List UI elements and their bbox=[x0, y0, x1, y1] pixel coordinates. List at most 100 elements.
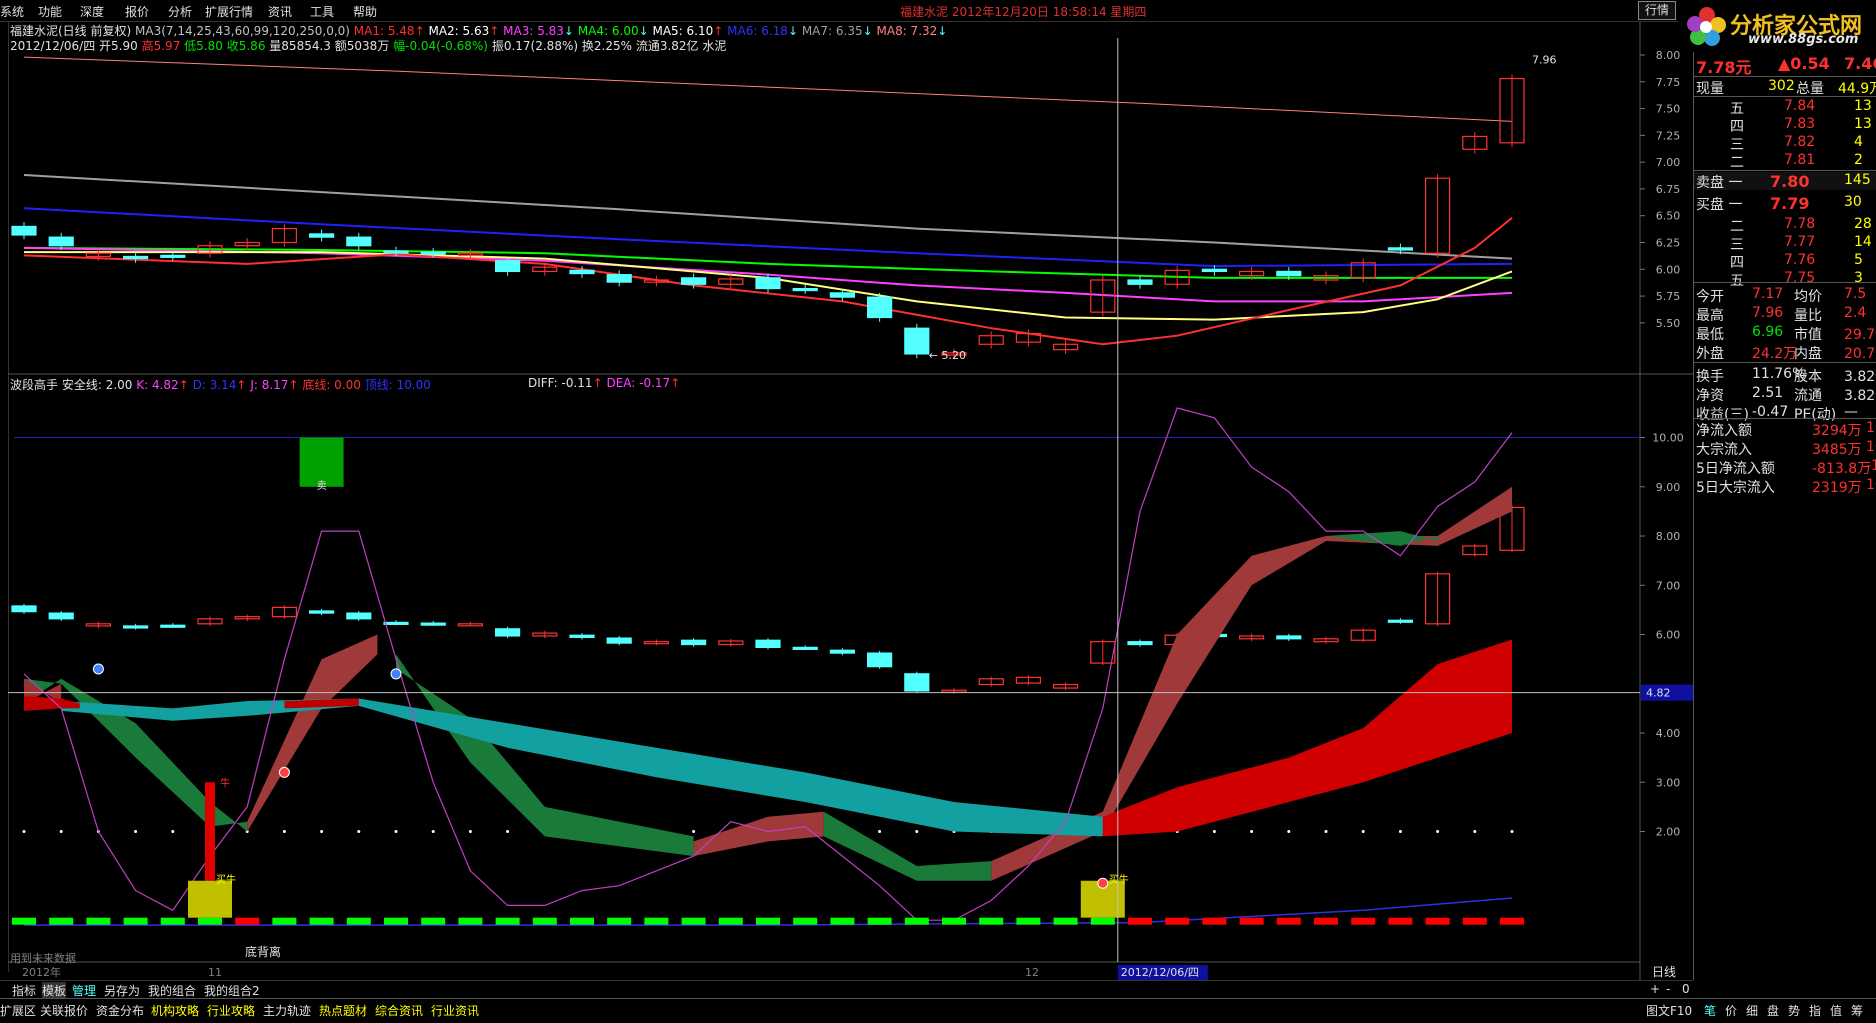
flow-value: 3294万 bbox=[1812, 423, 1862, 439]
tab-manage[interactable]: 管理 bbox=[72, 982, 96, 999]
ind-candle-body bbox=[160, 624, 186, 628]
signal-block bbox=[49, 917, 74, 925]
flow-pct: 10 bbox=[1866, 477, 1876, 493]
zoom-reset-button[interactable]: 0 bbox=[1682, 982, 1690, 996]
flow-pct: 10 bbox=[1866, 439, 1876, 455]
price-tick-label: 5.50 bbox=[1656, 317, 1681, 330]
stat-label: 股本 bbox=[1794, 369, 1822, 385]
bar-turnover: 换2.25% bbox=[581, 39, 632, 53]
ind-candle-body bbox=[606, 637, 632, 644]
ind-candle-body bbox=[569, 634, 595, 638]
ask1-price: 7.80 bbox=[1770, 172, 1810, 191]
ma5-value: MA5: 6.10 bbox=[652, 24, 714, 38]
ma6-line bbox=[23, 207, 1513, 268]
tab-bar: 指标 模板 管理 另存为 我的组合 我的组合2 + - 0 bbox=[0, 980, 1693, 999]
signal-block bbox=[1016, 917, 1041, 925]
signal-block bbox=[867, 917, 892, 925]
future-data-label: 用到未来数据 bbox=[10, 951, 76, 965]
tab-my-portfolio-2[interactable]: 我的组合2 bbox=[204, 982, 260, 999]
flow-label: 5日大宗流入 bbox=[1696, 480, 1775, 496]
safe-line-dot bbox=[320, 830, 324, 834]
bid-vol: 5 bbox=[1854, 252, 1863, 268]
cursor-date: 2012/12/06/四 bbox=[1121, 966, 1199, 979]
signal-block bbox=[979, 917, 1004, 925]
signal-block bbox=[942, 917, 966, 925]
nav-news[interactable]: 综合资讯 bbox=[375, 1002, 423, 1019]
view-button-0[interactable]: 图文F10 bbox=[1646, 1002, 1692, 1019]
nav-main-force[interactable]: 主力轨迹 bbox=[263, 1002, 311, 1019]
stat-label: 内盘 bbox=[1794, 346, 1822, 362]
zoom-in-button[interactable]: + bbox=[1650, 982, 1660, 996]
signal-block bbox=[1165, 917, 1190, 925]
flow-value: 2319万 bbox=[1812, 480, 1862, 496]
divergence-label: 底背离 bbox=[245, 944, 281, 959]
bid1-vol: 30 bbox=[1844, 194, 1862, 210]
ask-price: 7.82 bbox=[1784, 134, 1816, 150]
view-button-6[interactable]: 指 bbox=[1809, 1002, 1821, 1019]
bid-vol: 14 bbox=[1854, 234, 1872, 250]
quote-panel: 7.78元 ▲0.54 7.46% 现量 302 总量 44.9万 五7.841… bbox=[1693, 52, 1876, 980]
flow-label: 大宗流入 bbox=[1696, 442, 1752, 458]
view-button-3[interactable]: 细 bbox=[1746, 1002, 1758, 1019]
ind-candle-body bbox=[829, 649, 856, 654]
zoom-out-button[interactable]: - bbox=[1666, 982, 1670, 996]
nav-related-quote[interactable]: 关联报价 bbox=[40, 1002, 88, 1019]
tab-indicator[interactable]: 指标 bbox=[12, 982, 36, 999]
tab-my-portfolio[interactable]: 我的组合 bbox=[148, 982, 196, 999]
indicator-tick-label: 9.00 bbox=[1656, 481, 1681, 494]
candle-body bbox=[346, 236, 372, 247]
nav-industry-strategy[interactable]: 行业攻略 bbox=[207, 1002, 255, 1019]
bid-label: 三 bbox=[1730, 237, 1744, 253]
ma7-value: MA7: 6.35 bbox=[801, 24, 863, 38]
chart-area[interactable]: 8.00 7.75 7.50 7.25 7.00 6.75 6.50 6.25 6.00 5.75… bbox=[0, 0, 1693, 980]
view-button-4[interactable]: 盘 bbox=[1767, 1002, 1779, 1019]
bid-price: 7.75 bbox=[1784, 270, 1816, 286]
tab-template[interactable]: 模板 bbox=[42, 982, 67, 999]
buy-marker-1 bbox=[188, 880, 232, 918]
ind-candle-body bbox=[420, 622, 446, 626]
view-button-1[interactable]: 笔 bbox=[1704, 1002, 1716, 1019]
view-button-8[interactable]: 筹 bbox=[1851, 1002, 1863, 1019]
bar-amplitude: 振0.17(2.88%) bbox=[491, 39, 579, 53]
nav-extend[interactable]: 扩展区 bbox=[0, 1002, 36, 1019]
signal-ball-icon bbox=[278, 766, 290, 778]
candle-body bbox=[606, 274, 632, 283]
candle-body bbox=[11, 225, 37, 236]
stat-value: 3.82亿 bbox=[1844, 369, 1876, 385]
nav-industry-news[interactable]: 行业资讯 bbox=[431, 1002, 479, 1019]
view-button-7[interactable]: 值 bbox=[1830, 1002, 1842, 1019]
signal-block bbox=[756, 917, 780, 925]
now-vol-label: 现量 bbox=[1696, 81, 1724, 97]
stat-row: 净资 2.51 流通 3.82亿 bbox=[1694, 385, 1876, 404]
bid-label: 四 bbox=[1730, 255, 1744, 271]
signal-ball-icon bbox=[92, 663, 104, 675]
safe-line-dot bbox=[506, 830, 510, 834]
bar-float: 流通3.82亿 水泥 bbox=[635, 39, 727, 53]
signal-block bbox=[532, 917, 557, 925]
year-label: 2012年 bbox=[22, 965, 61, 979]
stat-label: 换手 bbox=[1696, 369, 1724, 385]
nav-institution[interactable]: 机构攻略 bbox=[151, 1002, 199, 1019]
stat-value: 7.17 bbox=[1752, 286, 1784, 302]
safe-line-dot bbox=[1287, 830, 1291, 834]
nav-fund-distribution[interactable]: 资金分布 bbox=[96, 1002, 144, 1019]
panel-separator bbox=[1694, 362, 1876, 363]
safe-line-dot bbox=[171, 830, 175, 834]
view-button-2[interactable]: 价 bbox=[1725, 1002, 1737, 1019]
tab-save-as[interactable]: 另存为 bbox=[104, 982, 140, 999]
ind-candle-body bbox=[866, 652, 893, 668]
wave-red-1 bbox=[247, 634, 378, 832]
signal-block bbox=[160, 917, 185, 925]
signal-block bbox=[309, 917, 334, 925]
candle-body bbox=[495, 260, 521, 273]
nav-hot-topic[interactable]: 热点题材 bbox=[319, 1002, 367, 1019]
view-button-5[interactable]: 势 bbox=[1788, 1002, 1800, 1019]
signal-block bbox=[123, 917, 148, 925]
candle-body bbox=[160, 254, 186, 258]
signal-block bbox=[644, 917, 669, 925]
high-price-label: 7.96 bbox=[1532, 53, 1557, 66]
macd-info-line: DIFF: -0.11↑ DEA: -0.17↑ bbox=[528, 376, 681, 390]
buy-label-2: 买牛 bbox=[1109, 873, 1129, 886]
stat-label: 市值 bbox=[1794, 327, 1822, 343]
stat-row: 最高 7.96 量比 2.4 bbox=[1694, 305, 1876, 324]
